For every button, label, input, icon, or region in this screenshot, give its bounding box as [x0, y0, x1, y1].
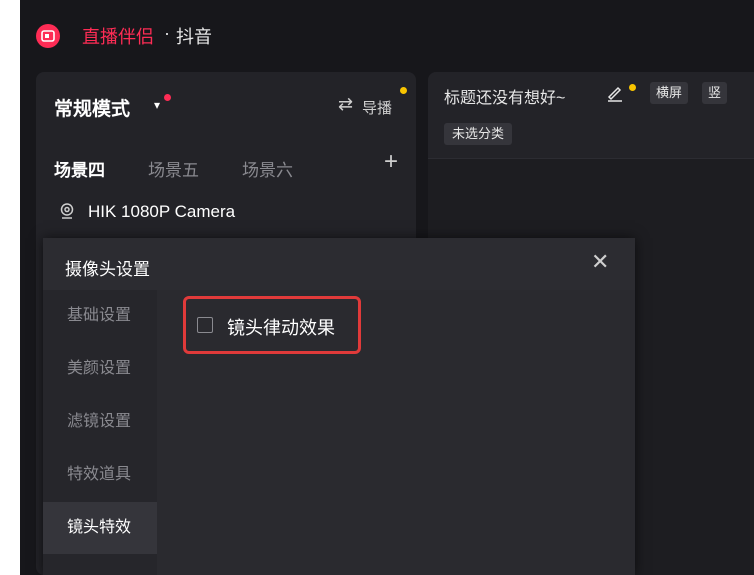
title-separator: ·: [164, 23, 170, 43]
close-icon[interactable]: ✕: [591, 250, 609, 274]
settings-content: 镜头律动效果: [157, 290, 635, 575]
mode-selector[interactable]: 常规模式: [54, 94, 130, 121]
camera-settings-dialog: 摄像头设置 ✕ 基础设置 美颜设置 滤镜设置 特效道具 镜头特效 镜头律动效果: [43, 238, 635, 575]
nav-beauty-settings[interactable]: 美颜设置: [43, 343, 157, 395]
app-name: 直播伴侣: [82, 27, 154, 47]
stream-info-header: 标题还没有想好~ 横屏 竖 未选分类: [428, 72, 754, 159]
nav-lens-effects[interactable]: 镜头特效: [43, 502, 157, 554]
app-window: 直播伴侣 · 抖音 常规模式 ▾ ⇄ 导播 场景四 场景五 场景六 + HIK …: [20, 0, 754, 575]
nav-filter-settings[interactable]: 滤镜设置: [43, 396, 157, 448]
chevron-down-icon[interactable]: ▾: [154, 98, 160, 112]
title-bar: 直播伴侣 · 抖音: [20, 0, 754, 72]
add-scene-button[interactable]: +: [384, 150, 398, 174]
lens-rhythm-checkbox[interactable]: [197, 317, 213, 333]
settings-nav: 基础设置 美颜设置 滤镜设置 特效道具 镜头特效: [43, 290, 157, 575]
platform-name: 抖音: [176, 27, 212, 47]
tab-scene-6[interactable]: 场景六: [242, 156, 293, 181]
guide-button[interactable]: 导播: [362, 97, 392, 118]
app-logo-icon: [36, 24, 60, 48]
tab-scene-5[interactable]: 场景五: [148, 156, 199, 181]
notification-dot: [400, 87, 407, 94]
camera-icon: [60, 203, 74, 219]
tab-scene-4[interactable]: 场景四: [54, 156, 105, 181]
notification-dot: [164, 94, 171, 101]
dialog-header: 摄像头设置 ✕: [43, 238, 635, 290]
portrait-toggle[interactable]: 竖: [702, 82, 728, 104]
lens-rhythm-label[interactable]: 镜头律动效果: [227, 314, 335, 340]
camera-source-name[interactable]: HIK 1080P Camera: [88, 202, 235, 222]
category-badge[interactable]: 未选分类: [444, 123, 513, 145]
nav-basic-settings[interactable]: 基础设置: [43, 290, 157, 342]
stream-title[interactable]: 标题还没有想好~: [444, 84, 565, 108]
landscape-toggle[interactable]: 横屏: [650, 82, 689, 104]
nav-effect-props[interactable]: 特效道具: [43, 449, 157, 501]
notification-dot: [629, 84, 636, 91]
dialog-title: 摄像头设置: [65, 260, 150, 279]
edit-icon[interactable]: [606, 84, 624, 102]
switch-icon[interactable]: ⇄: [338, 94, 353, 115]
